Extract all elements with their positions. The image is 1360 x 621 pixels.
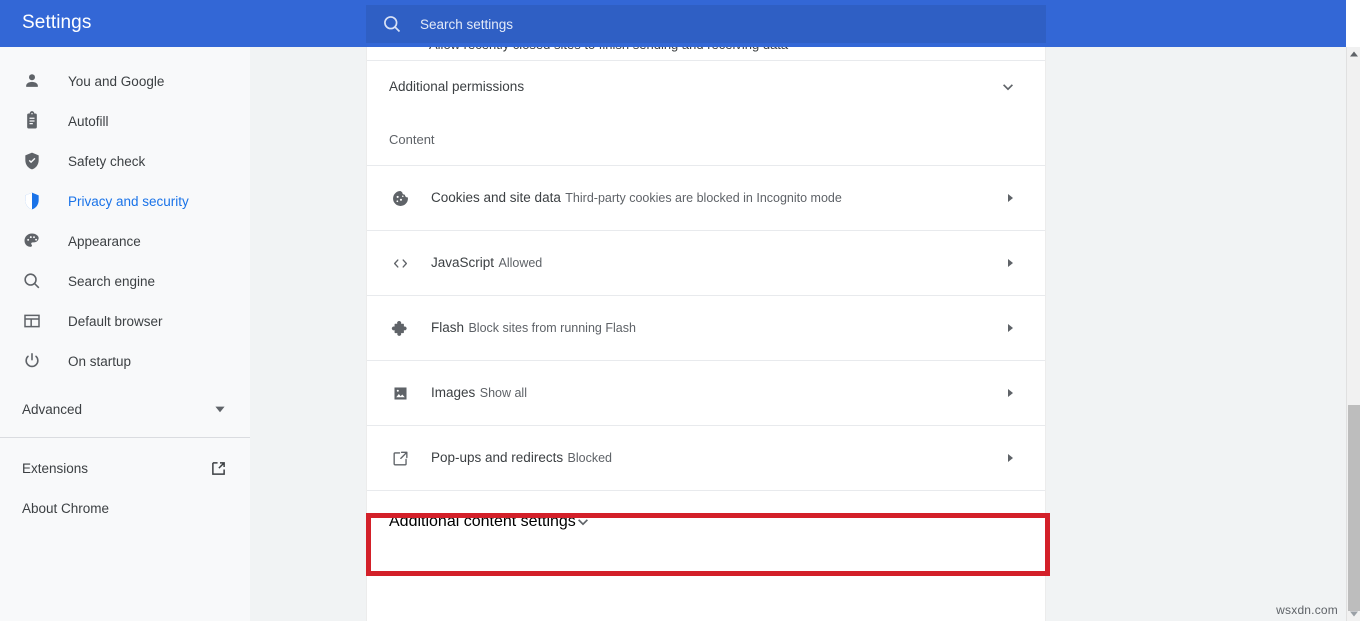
cookie-icon xyxy=(392,190,408,206)
row-texts: Cookies and site data Third-party cookie… xyxy=(431,188,1005,208)
triangle-up-icon[interactable] xyxy=(1349,49,1359,59)
shield-icon xyxy=(25,192,39,210)
row-title: JavaScript xyxy=(431,255,495,270)
chevron-down-icon xyxy=(577,519,588,526)
search-icon xyxy=(384,16,401,33)
content-row-flash[interactable]: Flash Block sites from running Flash xyxy=(367,295,1045,360)
power-icon xyxy=(25,353,39,368)
settings-content-card: Allow recently closed sites to finish se… xyxy=(366,47,1050,621)
sidebar: You and Google Autofill Safety check Pri… xyxy=(0,47,250,621)
chevron-right-icon xyxy=(1008,454,1013,462)
sidebar-item-label: On startup xyxy=(68,353,132,369)
sidebar-item-safety-check[interactable]: Safety check xyxy=(0,141,250,181)
sidebar-item-you-and-google[interactable]: You and Google xyxy=(0,61,250,101)
row-icon-wrap xyxy=(389,189,411,208)
sidebar-item-label: Appearance xyxy=(68,233,141,249)
sidebar-item-label: Extensions xyxy=(22,460,89,476)
additional-permissions-label: Additional permissions xyxy=(389,79,525,94)
watermark: wsxdn.com xyxy=(1276,603,1338,617)
chevron-right-icon xyxy=(1008,324,1013,332)
shield-check-icon xyxy=(25,152,39,170)
search-placeholder: Search settings xyxy=(420,16,514,32)
content-row-javascript[interactable]: JavaScript Allowed xyxy=(367,230,1045,295)
magnifier-icon xyxy=(24,273,40,289)
sidebar-item-about-chrome[interactable]: About Chrome xyxy=(0,488,250,528)
palette-icon xyxy=(24,233,39,247)
row-icon-wrap xyxy=(389,384,411,403)
sidebar-item-on-startup[interactable]: On startup xyxy=(0,341,250,381)
code-brackets-icon xyxy=(393,258,407,268)
sidebar-item-label: Search engine xyxy=(68,273,156,289)
person-icon xyxy=(26,74,38,87)
sidebar-item-default-browser[interactable]: Default browser xyxy=(0,301,250,341)
content-row-images[interactable]: Images Show all xyxy=(367,360,1045,425)
chevron-right-icon xyxy=(1008,194,1013,202)
page-body: You and Google Autofill Safety check Pri… xyxy=(0,47,1346,621)
content-section-heading: Content xyxy=(389,131,435,147)
clipped-setting-label: Allow recently closed sites to finish se… xyxy=(429,47,788,52)
content-row-cookies[interactable]: Cookies and site data Third-party cookie… xyxy=(367,165,1045,230)
row-icon-wrap xyxy=(389,449,411,468)
chevron-right-icon xyxy=(1008,259,1013,267)
sidebar-item-label: Privacy and security xyxy=(68,193,189,209)
puzzle-piece-icon xyxy=(391,320,407,336)
clipped-setting-row: Allow recently closed sites to finish se… xyxy=(367,47,1045,61)
row-subtitle: Blocked xyxy=(567,451,613,465)
external-link-icon xyxy=(212,461,225,475)
image-icon xyxy=(393,386,407,400)
row-subtitle: Show all xyxy=(479,386,527,400)
sidebar-item-autofill[interactable]: Autofill xyxy=(0,101,250,141)
row-subtitle: Third-party cookies are blocked in Incog… xyxy=(565,191,842,205)
caret-down-icon xyxy=(215,406,225,413)
sidebar-item-label: Safety check xyxy=(68,153,146,169)
row-texts: Flash Block sites from running Flash xyxy=(431,318,1005,338)
sidebar-item-appearance[interactable]: Appearance xyxy=(0,221,250,261)
sidebar-advanced-label: Advanced xyxy=(22,401,83,417)
sidebar-item-label: You and Google xyxy=(68,73,165,89)
row-texts: Images Show all xyxy=(431,383,1005,403)
clipboard-icon xyxy=(27,111,37,129)
row-subtitle: Allowed xyxy=(498,256,543,270)
row-texts: JavaScript Allowed xyxy=(431,253,1005,273)
browser-window-icon xyxy=(24,314,40,328)
scrollbar-thumb[interactable] xyxy=(1348,405,1360,611)
sidebar-item-search-engine[interactable]: Search engine xyxy=(0,261,250,301)
sidebar-item-label: Autofill xyxy=(68,113,109,129)
page-title: Settings xyxy=(22,12,92,33)
row-icon-wrap xyxy=(389,254,411,273)
content-row-popups[interactable]: Pop-ups and redirects Blocked xyxy=(367,425,1045,490)
chevron-down-icon xyxy=(1003,83,1013,90)
row-texts: Pop-ups and redirects Blocked xyxy=(431,448,1005,468)
row-title: Images xyxy=(431,385,476,400)
sidebar-advanced-toggle[interactable]: Advanced xyxy=(0,389,250,429)
sidebar-item-privacy-and-security[interactable]: Privacy and security xyxy=(0,181,250,221)
additional-content-settings-label: Additional content settings xyxy=(389,513,576,530)
chevron-right-icon xyxy=(1008,389,1013,397)
popup-window-icon xyxy=(392,451,408,466)
settings-page: Settings Search settings You and Google xyxy=(0,0,1360,621)
vertical-scrollbar[interactable] xyxy=(1346,47,1360,621)
search-input[interactable]: Search settings xyxy=(366,5,1046,43)
additional-content-settings-row[interactable]: Additional content settings xyxy=(367,490,1045,553)
app-header: Settings Search settings xyxy=(0,0,1346,47)
row-subtitle: Block sites from running Flash xyxy=(468,321,636,335)
triangle-down-icon[interactable] xyxy=(1349,609,1359,619)
row-title: Cookies and site data xyxy=(431,190,561,205)
row-icon-wrap xyxy=(389,319,411,338)
sidebar-item-extensions[interactable]: Extensions xyxy=(0,448,250,488)
sidebar-item-label: About Chrome xyxy=(22,500,110,516)
sidebar-divider xyxy=(0,437,250,438)
row-title: Pop-ups and redirects xyxy=(431,450,564,465)
row-title: Flash xyxy=(431,320,465,335)
sidebar-item-label: Default browser xyxy=(68,313,163,329)
additional-permissions-row[interactable]: Additional permissions xyxy=(367,61,1045,113)
